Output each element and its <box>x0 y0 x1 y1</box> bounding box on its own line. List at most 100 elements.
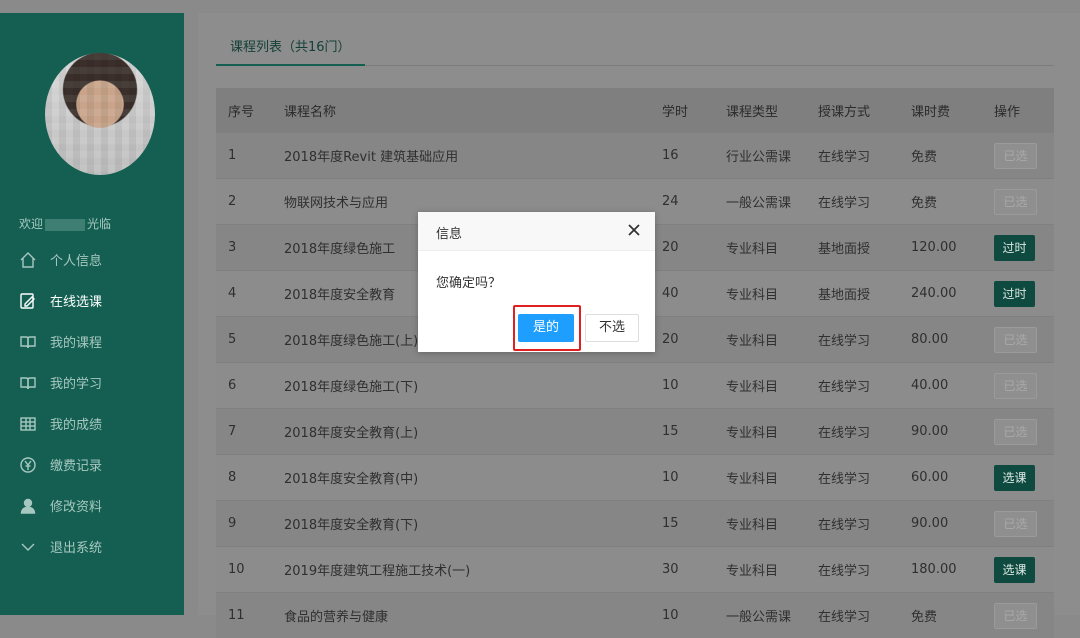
expired-button: 过时 <box>994 235 1035 261</box>
column-header: 课程类型 <box>714 88 806 133</box>
sidebar-item-label: 修改资料 <box>50 496 102 515</box>
cell-fee: 40.00 <box>899 363 982 409</box>
cell-type: 一般公需课 <box>714 179 806 225</box>
welcome-prefix: 欢迎 <box>19 217 43 231</box>
column-header: 学时 <box>650 88 714 133</box>
expired-button: 过时 <box>994 281 1035 307</box>
sidebar-item-label: 个人信息 <box>50 250 102 269</box>
cell-mode: 在线学习 <box>806 179 899 225</box>
cell-fee: 60.00 <box>899 455 982 501</box>
chevron-down-icon <box>18 537 38 557</box>
yen-circle-icon <box>18 455 38 475</box>
sidebar-item[interactable]: 修改资料 <box>0 485 184 526</box>
cell-no: 1 <box>216 133 272 179</box>
cell-hours: 10 <box>650 363 714 409</box>
cell-mode: 在线学习 <box>806 593 899 638</box>
cell-mode: 在线学习 <box>806 547 899 593</box>
cell-hours: 40 <box>650 271 714 317</box>
cell-no: 5 <box>216 317 272 363</box>
table-row: 12018年度Revit 建筑基础应用16行业公需课在线学习免费已选 <box>216 133 1054 179</box>
cell-no: 7 <box>216 409 272 455</box>
table-row: 62018年度绿色施工(下)10专业科目在线学习40.00已选 <box>216 363 1054 409</box>
cell-mode: 在线学习 <box>806 363 899 409</box>
sidebar-menu: 个人信息在线选课我的课程我的学习我的成绩缴费记录修改资料退出系统 <box>0 239 184 567</box>
cell-no: 3 <box>216 225 272 271</box>
selected-button: 已选 <box>994 373 1037 399</box>
cell-name: 2018年度安全教育(中) <box>272 455 650 501</box>
cell-hours: 30 <box>650 547 714 593</box>
sidebar-item[interactable]: 退出系统 <box>0 526 184 567</box>
cell-mode: 在线学习 <box>806 317 899 363</box>
sidebar-item-label: 在线选课 <box>50 291 102 310</box>
selected-button: 已选 <box>994 511 1037 537</box>
dialog-message: 您确定吗？ <box>436 272 501 291</box>
cell-action: 过时 <box>982 225 1054 271</box>
cell-no: 2 <box>216 179 272 225</box>
cell-type: 专业科目 <box>714 271 806 317</box>
table-row: 72018年度安全教育(上)15专业科目在线学习90.00已选 <box>216 409 1054 455</box>
cell-fee: 免费 <box>899 133 982 179</box>
cell-hours: 24 <box>650 179 714 225</box>
cell-fee: 90.00 <box>899 409 982 455</box>
username-redacted <box>45 219 85 231</box>
cell-hours: 10 <box>650 455 714 501</box>
user-icon <box>18 496 38 516</box>
sidebar-item-label: 我的学习 <box>50 373 102 392</box>
cell-action: 已选 <box>982 363 1054 409</box>
cancel-button[interactable]: 不选 <box>585 314 639 342</box>
dialog-title: 信息 <box>436 223 462 242</box>
cell-fee: 90.00 <box>899 501 982 547</box>
cell-action: 选课 <box>982 455 1054 501</box>
tab-course-list[interactable]: 课程列表（共16门） <box>216 37 365 66</box>
table-row: 82018年度安全教育(中)10专业科目在线学习60.00选课 <box>216 455 1054 501</box>
cell-no: 11 <box>216 593 272 638</box>
cell-no: 6 <box>216 363 272 409</box>
column-header: 课时费 <box>899 88 982 133</box>
cell-fee: 120.00 <box>899 225 982 271</box>
sidebar-item[interactable]: 我的学习 <box>0 362 184 403</box>
select-course-button[interactable]: 选课 <box>994 465 1035 491</box>
confirm-dialog: 信息 您确定吗？ 是的 不选 <box>418 212 655 352</box>
cell-no: 9 <box>216 501 272 547</box>
column-header: 授课方式 <box>806 88 899 133</box>
sidebar-item-label: 缴费记录 <box>50 455 102 474</box>
cell-no: 10 <box>216 547 272 593</box>
cell-type: 专业科目 <box>714 501 806 547</box>
cell-hours: 20 <box>650 317 714 363</box>
cell-name: 食品的营养与健康 <box>272 593 650 638</box>
cell-action: 已选 <box>982 501 1054 547</box>
close-icon[interactable] <box>627 223 641 237</box>
course-table: 序号课程名称学时课程类型授课方式课时费操作 12018年度Revit 建筑基础应… <box>216 88 1054 638</box>
sidebar-item[interactable]: 我的成绩 <box>0 403 184 444</box>
cell-type: 一般公需课 <box>714 593 806 638</box>
cell-hours: 10 <box>650 593 714 638</box>
cell-name: 2019年度建筑工程施工技术(一) <box>272 547 650 593</box>
cell-no: 4 <box>216 271 272 317</box>
cell-hours: 20 <box>650 225 714 271</box>
cell-action: 已选 <box>982 317 1054 363</box>
cell-type: 行业公需课 <box>714 133 806 179</box>
sidebar-item[interactable]: 个人信息 <box>0 239 184 280</box>
edit-note-icon <box>18 291 38 311</box>
cell-mode: 在线学习 <box>806 133 899 179</box>
selected-button: 已选 <box>994 603 1037 629</box>
select-course-button[interactable]: 选课 <box>994 557 1035 583</box>
column-header: 序号 <box>216 88 272 133</box>
sidebar-item[interactable]: 在线选课 <box>0 280 184 321</box>
cell-type: 专业科目 <box>714 547 806 593</box>
course-table-wrap: 序号课程名称学时课程类型授课方式课时费操作 12018年度Revit 建筑基础应… <box>216 88 1054 638</box>
cell-action: 已选 <box>982 409 1054 455</box>
table-body: 12018年度Revit 建筑基础应用16行业公需课在线学习免费已选2物联网技术… <box>216 133 1054 638</box>
selected-button: 已选 <box>994 143 1037 169</box>
cell-action: 已选 <box>982 133 1054 179</box>
sidebar-item-label: 我的课程 <box>50 332 102 351</box>
confirm-button[interactable]: 是的 <box>518 314 574 342</box>
sidebar-item[interactable]: 缴费记录 <box>0 444 184 485</box>
table-header-row: 序号课程名称学时课程类型授课方式课时费操作 <box>216 88 1054 133</box>
sidebar-item[interactable]: 我的课程 <box>0 321 184 362</box>
cell-mode: 基地面授 <box>806 225 899 271</box>
sidebar-item-label: 退出系统 <box>50 537 102 556</box>
column-header: 课程名称 <box>272 88 650 133</box>
selected-button: 已选 <box>994 327 1037 353</box>
column-header: 操作 <box>982 88 1054 133</box>
